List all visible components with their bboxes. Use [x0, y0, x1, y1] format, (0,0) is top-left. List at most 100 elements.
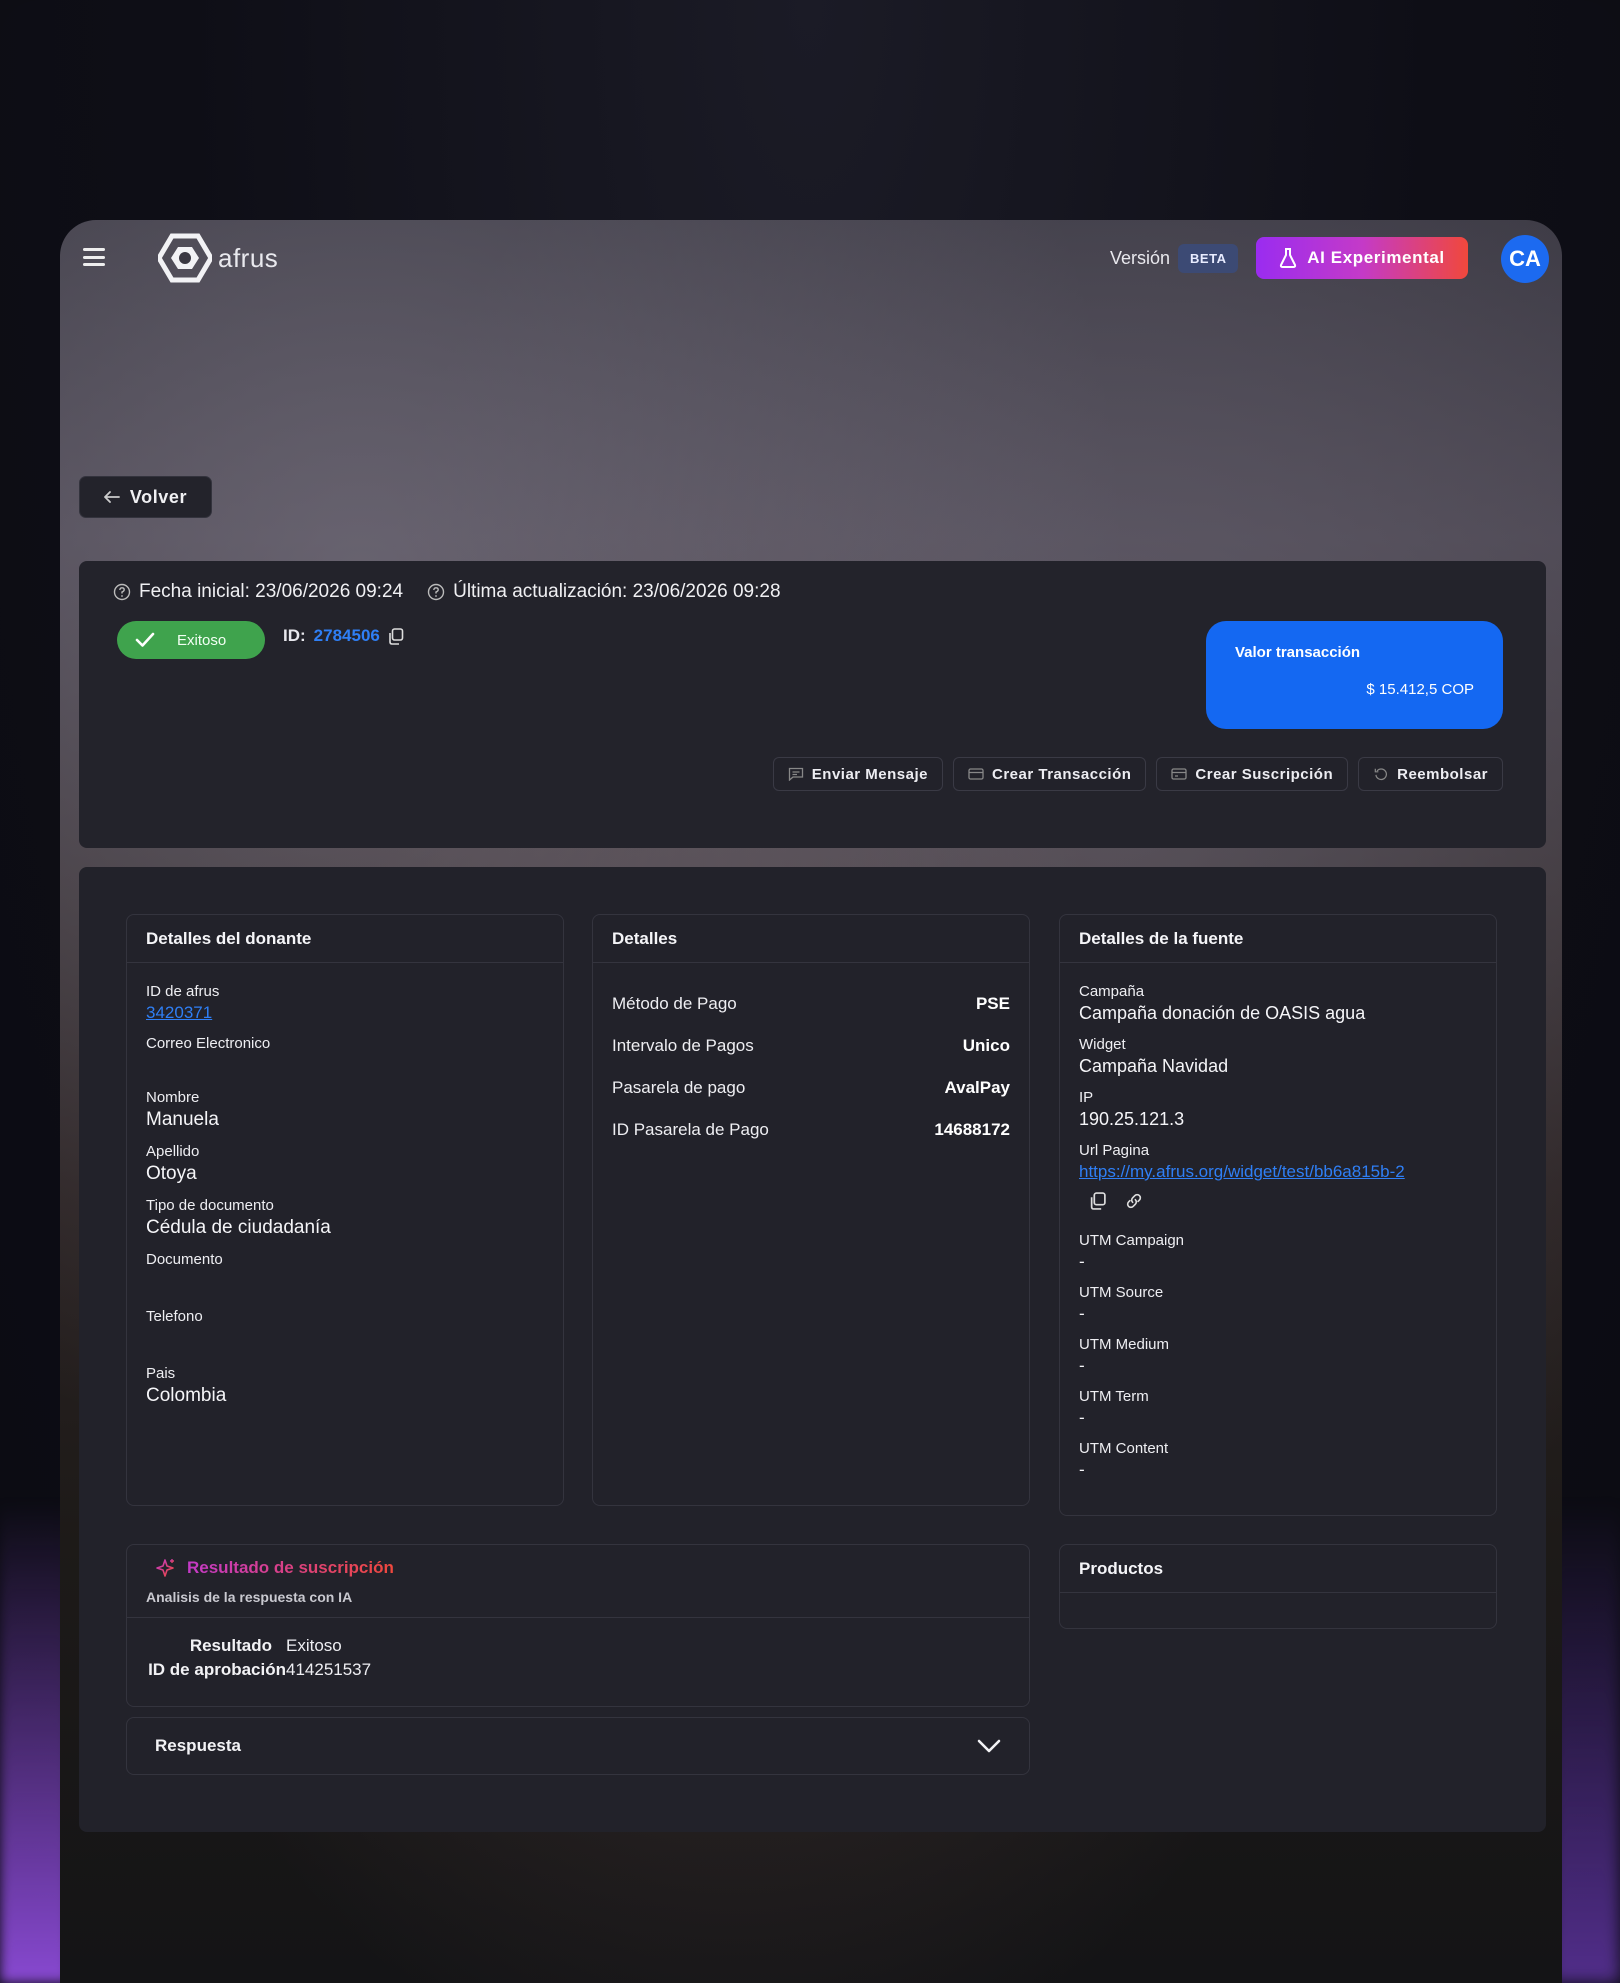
utm-medium-label: UTM Medium — [1079, 1336, 1170, 1353]
status-text: Exitoso — [177, 631, 227, 649]
tipo-documento-label: Tipo de documento — [146, 1197, 274, 1214]
apellido-label: Apellido — [146, 1143, 200, 1160]
transaction-id: ID: 2784506 — [283, 626, 404, 646]
widget-label: Widget — [1079, 1036, 1126, 1053]
tipo-documento-field: Tipo de documento Cédula de ciudadanía — [127, 1197, 563, 1239]
respuesta-label: Respuesta — [155, 1736, 241, 1755]
aprobacion-value: 414251537 — [286, 1660, 372, 1679]
utm-content-value: - — [1079, 1460, 1085, 1479]
detail-value: Unico — [962, 1036, 1010, 1055]
value-title: Valor transacción — [1235, 644, 1361, 661]
url-link[interactable]: https://my.afrus.org/widget/test/bb6a815… — [1079, 1162, 1439, 1182]
help-circle-icon[interactable] — [113, 583, 131, 601]
hamburger-menu-icon[interactable] — [83, 248, 105, 266]
apellido-field: Apellido Otoya — [127, 1143, 563, 1185]
detail-row: Pasarela de pago AvalPay — [593, 1067, 1029, 1109]
detail-row: Intervalo de Pagos Unico — [593, 1025, 1029, 1067]
donor-id-link[interactable]: 3420371 — [146, 1003, 544, 1023]
ip-label: IP — [1079, 1089, 1094, 1106]
card-icon — [1171, 768, 1188, 780]
campana-value: Campaña donación de OASIS agua — [1079, 1003, 1366, 1023]
copy-icon[interactable] — [388, 627, 404, 645]
fecha-inicial: Fecha inicial: 23/06/2026 09:24 — [113, 581, 403, 603]
id-value[interactable]: 2784506 — [314, 626, 380, 646]
back-button[interactable]: Volver — [79, 476, 212, 518]
respuesta-header[interactable]: Respuesta — [127, 1718, 1029, 1774]
transaction-value-card: Valor transacción $ 15.412,5 COP — [1206, 621, 1503, 729]
beta-badge[interactable]: BETA — [1178, 244, 1239, 273]
copy-icon[interactable] — [1089, 1192, 1107, 1210]
utm-source-label: UTM Source — [1079, 1284, 1164, 1301]
donor-details-panel: Detalles del donante ID de afrus 3420371… — [126, 914, 564, 1506]
afrus-logo[interactable]: afrus — [158, 233, 278, 283]
value-amount: $ 15.412,5 COP — [1366, 681, 1474, 698]
subscription-result-title: Resultado de suscripción — [187, 1558, 394, 1577]
help-circle-icon[interactable] — [427, 583, 445, 601]
detail-row: ID Pasarela de Pago 14688172 — [593, 1109, 1029, 1151]
back-label: Volver — [129, 486, 188, 507]
logo-text: afrus — [218, 242, 279, 273]
donor-details-title: Detalles del donante — [127, 915, 563, 963]
arrow-left-icon — [103, 491, 120, 503]
refund-button[interactable]: Reembolsar — [1358, 757, 1503, 791]
utm-source-value: - — [1079, 1304, 1085, 1323]
resultado-row: Resultado Exitoso — [127, 1634, 1029, 1658]
detail-value: AvalPay — [944, 1078, 1010, 1097]
subscription-result-header: Resultado de suscripción — [127, 1545, 1029, 1579]
chevron-down-icon[interactable] — [977, 1739, 1001, 1753]
campana-field: Campaña Campaña donación de OASIS agua — [1060, 983, 1496, 1024]
documento-label: Documento — [146, 1251, 223, 1268]
source-details-title: Detalles de la fuente — [1060, 915, 1496, 963]
refund-icon — [1374, 768, 1388, 781]
aprobacion-row: ID de aprobación 414251537 — [127, 1658, 1029, 1682]
detail-key: Método de Pago — [612, 994, 737, 1013]
create-subscription-button[interactable]: Crear Suscripción — [1156, 757, 1349, 791]
nombre-field: Nombre Manuela — [127, 1089, 563, 1131]
detail-row: Método de Pago PSE — [593, 983, 1029, 1025]
utm-medium-value: - — [1079, 1356, 1085, 1375]
documento-field: Documento — [127, 1251, 563, 1296]
utm-content-field: UTM Content - — [1060, 1440, 1496, 1480]
campana-label: Campaña — [1079, 983, 1145, 1000]
send-message-button[interactable]: Enviar Mensaje — [772, 757, 943, 791]
app-screen: afrus Versión BETA AI Experimental CA Vo… — [60, 220, 1562, 1983]
subscription-result-rows: Resultado Exitoso ID de aprobación 41425… — [127, 1634, 1029, 1682]
utm-campaign-field: UTM Campaign - — [1060, 1232, 1496, 1272]
detail-key: Intervalo de Pagos — [612, 1036, 754, 1055]
telefono-field: Telefono — [127, 1308, 563, 1353]
detail-key: ID Pasarela de Pago — [612, 1120, 769, 1139]
ultima-actualizacion: Última actualización: 23/06/2026 09:28 — [427, 581, 781, 603]
payment-details-title: Detalles — [593, 915, 1029, 963]
link-icon[interactable] — [1125, 1192, 1143, 1210]
telefono-label: Telefono — [146, 1308, 203, 1325]
subscription-result-note: Analisis de la respuesta con IA — [127, 1579, 1029, 1618]
ip-value: 190.25.121.3 — [1079, 1109, 1185, 1129]
utm-term-label: UTM Term — [1079, 1388, 1149, 1405]
ai-experimental-button[interactable]: AI Experimental — [1256, 237, 1468, 279]
fecha-inicial-text: Fecha inicial: 23/06/2026 09:24 — [139, 581, 404, 602]
id-label: ID: — [283, 626, 306, 645]
pais-field: Pais Colombia — [127, 1365, 563, 1407]
ip-field: IP 190.25.121.3 — [1060, 1089, 1496, 1130]
donor-id-field: ID de afrus 3420371 — [127, 983, 563, 1023]
products-panel: Productos — [1059, 1544, 1497, 1629]
utm-term-field: UTM Term - — [1060, 1388, 1496, 1428]
url-label: Url Pagina — [1079, 1142, 1150, 1159]
utm-medium-field: UTM Medium - — [1060, 1336, 1496, 1376]
user-avatar[interactable]: CA — [1501, 235, 1549, 283]
message-icon — [788, 767, 803, 781]
utm-campaign-value: - — [1079, 1252, 1085, 1271]
products-title: Productos — [1060, 1545, 1496, 1593]
subscription-result-panel: Resultado de suscripción Analisis de la … — [126, 1544, 1030, 1707]
respuesta-accordion[interactable]: Respuesta — [126, 1717, 1030, 1775]
transaction-summary-card: Fecha inicial: 23/06/2026 09:24 Última a… — [79, 561, 1546, 848]
utm-term-value: - — [1079, 1408, 1085, 1427]
ai-experimental-label: AI Experimental — [1307, 248, 1445, 267]
url-actions — [1079, 1192, 1477, 1210]
donor-id-label: ID de afrus — [146, 983, 220, 1000]
flask-icon — [1280, 248, 1297, 268]
ultima-actualizacion-text: Última actualización: 23/06/2026 09:28 — [453, 581, 781, 602]
source-details-panel: Detalles de la fuente Campaña Campaña do… — [1059, 914, 1497, 1516]
create-transaction-button[interactable]: Crear Transacción — [953, 757, 1147, 791]
logo-hexagon-icon — [158, 233, 212, 283]
